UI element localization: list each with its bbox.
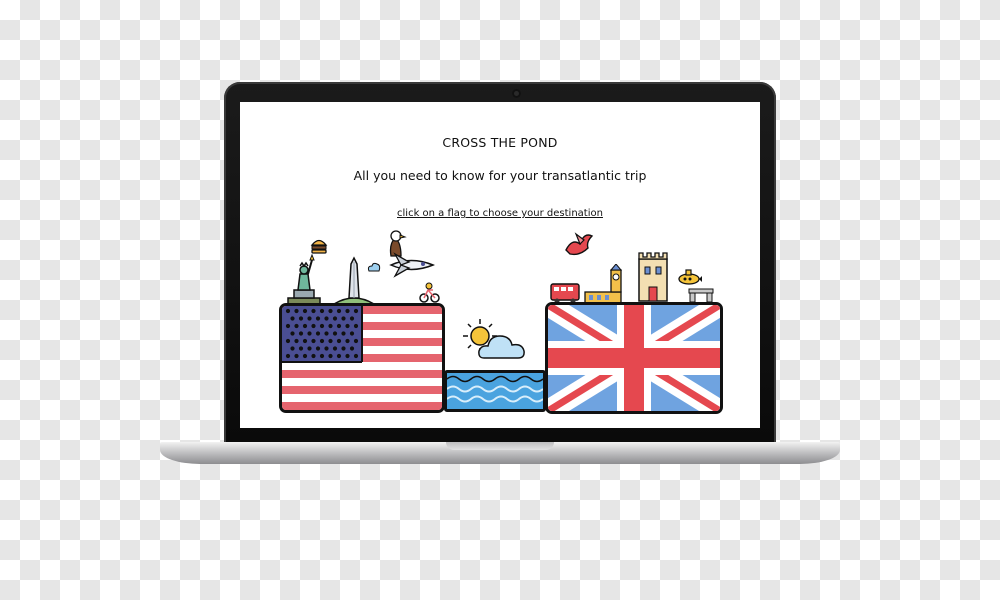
webcam-icon [512,89,521,98]
usa-star [311,338,316,344]
usa-star [319,308,325,314]
usa-stripe [282,402,442,410]
usa-star [290,316,295,321]
usa-star [328,323,333,329]
usa-star [332,346,338,351]
usa-stripe [282,378,442,387]
big-ben-icon [584,264,623,304]
usa-star [324,346,329,351]
usa-star [319,353,325,359]
usa-star [294,353,299,359]
usa-star [307,331,312,336]
atlantic-ocean [444,370,546,412]
usa-star [345,353,350,359]
usa-star [341,331,346,336]
bicycle-icon [419,282,440,303]
usa-star [341,316,346,321]
usa-star [285,323,291,329]
usa-star [319,338,325,344]
usa-star [307,316,312,321]
usa-star [345,308,350,314]
browser-page: CROSS THE POND All you need to know for … [240,102,760,428]
dragon-icon [565,232,594,256]
uk-flag-button[interactable] [545,302,723,414]
usa-star [349,331,355,336]
usa-star [336,323,342,329]
usa-star [349,316,355,321]
usa-star [290,331,295,336]
usa-star [311,308,316,314]
usa-star [319,323,325,329]
usa-star [298,346,304,351]
usa-star [302,353,308,359]
usa-star [353,338,359,344]
usa-star [298,331,304,336]
laptop-notch [446,442,554,450]
stonehenge-icon [688,288,714,302]
page-tagline: All you need to know for your transatlan… [353,168,647,183]
usa-star [302,308,308,314]
usa-star [285,353,291,359]
usa-star [285,308,291,314]
usa-flag-icon [282,306,442,410]
usa-stripe [282,362,442,371]
usa-flag-button[interactable] [279,303,445,413]
burger-icon [310,239,328,254]
castle-icon [638,252,668,302]
usa-star [353,323,359,329]
usa-star [294,338,299,344]
page-title: CROSS THE POND [442,135,558,150]
usa-star [294,323,299,329]
usa-star [324,316,329,321]
usa-star [311,353,316,359]
usa-star [315,316,321,321]
usa-star [315,346,321,351]
usa-star [328,308,333,314]
usa-star [336,353,342,359]
usa-star [298,316,304,321]
usa-star [353,308,359,314]
usa-star [302,323,308,329]
usa-star [294,308,299,314]
choose-destination-link[interactable]: click on a flag to choose your destinati… [240,208,760,219]
usa-star [311,323,316,329]
usa-star [315,331,321,336]
usa-star [332,316,338,321]
usa-star [341,346,346,351]
laptop-mockup: CROSS THE POND All you need to know for … [0,0,1000,600]
usa-star [349,346,355,351]
usa-star [345,323,350,329]
usa-star [324,331,329,336]
usa-star [290,346,295,351]
usa-star [328,338,333,344]
usa-star [353,353,359,359]
cloud-icon [367,262,381,272]
usa-star [332,331,338,336]
usa-star [307,346,312,351]
usa-star [302,338,308,344]
cloud-icon [478,335,525,359]
usa-star [285,338,291,344]
usa-stripe [282,370,442,379]
usa-star [345,338,350,344]
london-bus-icon [550,283,580,304]
statue-of-liberty-icon [287,254,321,306]
submarine-icon [678,269,702,285]
uk-flag-icon [548,305,720,411]
usa-star [328,353,333,359]
usa-stripe [282,394,442,403]
usa-star [336,308,342,314]
waves-icon [447,373,543,409]
usa-star [336,338,342,344]
usa-stripe [282,386,442,395]
space-shuttle-icon [389,252,435,278]
